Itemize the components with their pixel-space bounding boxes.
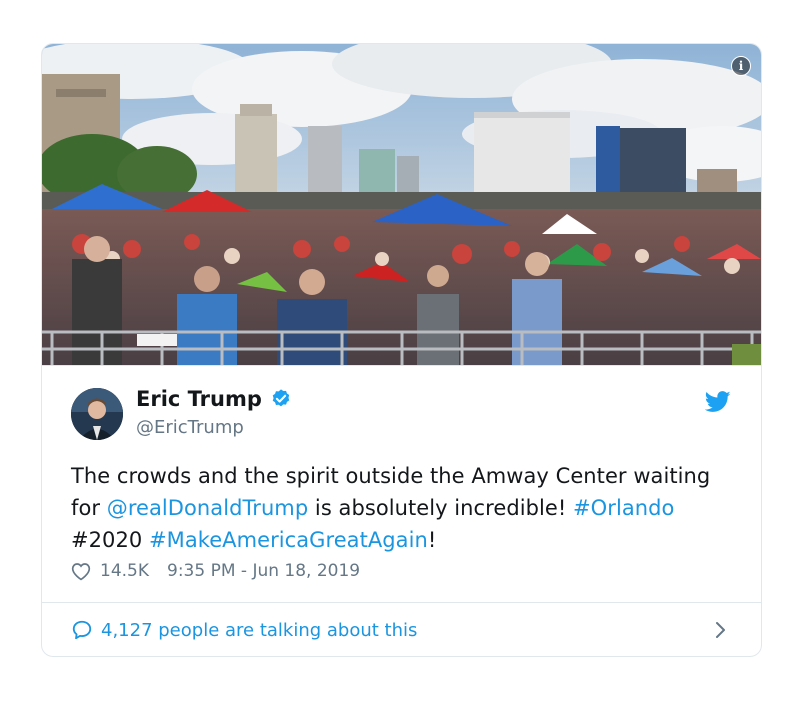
tweet-card: i Eric Trump @EricTrump The crowds and t… — [41, 43, 762, 657]
author-handle[interactable]: @EricTrump — [136, 417, 244, 438]
chevron-right-icon — [716, 622, 725, 638]
tweet-timestamp[interactable]: 9:35 PM - Jun 18, 2019 — [167, 561, 360, 581]
author-name-row[interactable]: Eric Trump — [136, 387, 292, 411]
tweet-meta: 14.5K 9:35 PM - Jun 18, 2019 — [71, 561, 360, 581]
hashtag-link-orlando[interactable]: #Orlando — [573, 496, 674, 520]
avatar[interactable] — [71, 388, 123, 440]
crowd-photo-image — [42, 44, 761, 365]
tweet-photo[interactable]: i — [42, 44, 761, 365]
speech-bubble-icon — [72, 620, 92, 640]
conversation-link[interactable]: 4,127 people are talking about this — [42, 602, 761, 656]
tweet-body: Eric Trump @EricTrump The crowds and the… — [42, 365, 761, 603]
verified-badge-icon — [272, 389, 290, 407]
info-icon[interactable]: i — [731, 56, 751, 76]
like-count[interactable]: 14.5K — [100, 561, 149, 581]
tweet-text-part: #2020 — [71, 528, 150, 552]
tweet-text-part: ! — [427, 528, 437, 552]
tweet-text: The crowds and the spirit outside the Am… — [71, 460, 741, 556]
author-name[interactable]: Eric Trump — [136, 387, 262, 411]
twitter-bird-icon[interactable] — [705, 391, 731, 413]
conversation-count-text[interactable]: 4,127 people are talking about this — [101, 620, 417, 641]
mention-link[interactable]: @realDonaldTrump — [107, 496, 308, 520]
avatar-image — [71, 388, 123, 440]
hashtag-link-maga[interactable]: #MakeAmericaGreatAgain — [149, 528, 428, 552]
tweet-text-part: is absolutely incredible! — [308, 496, 574, 520]
heart-icon[interactable] — [71, 562, 91, 581]
